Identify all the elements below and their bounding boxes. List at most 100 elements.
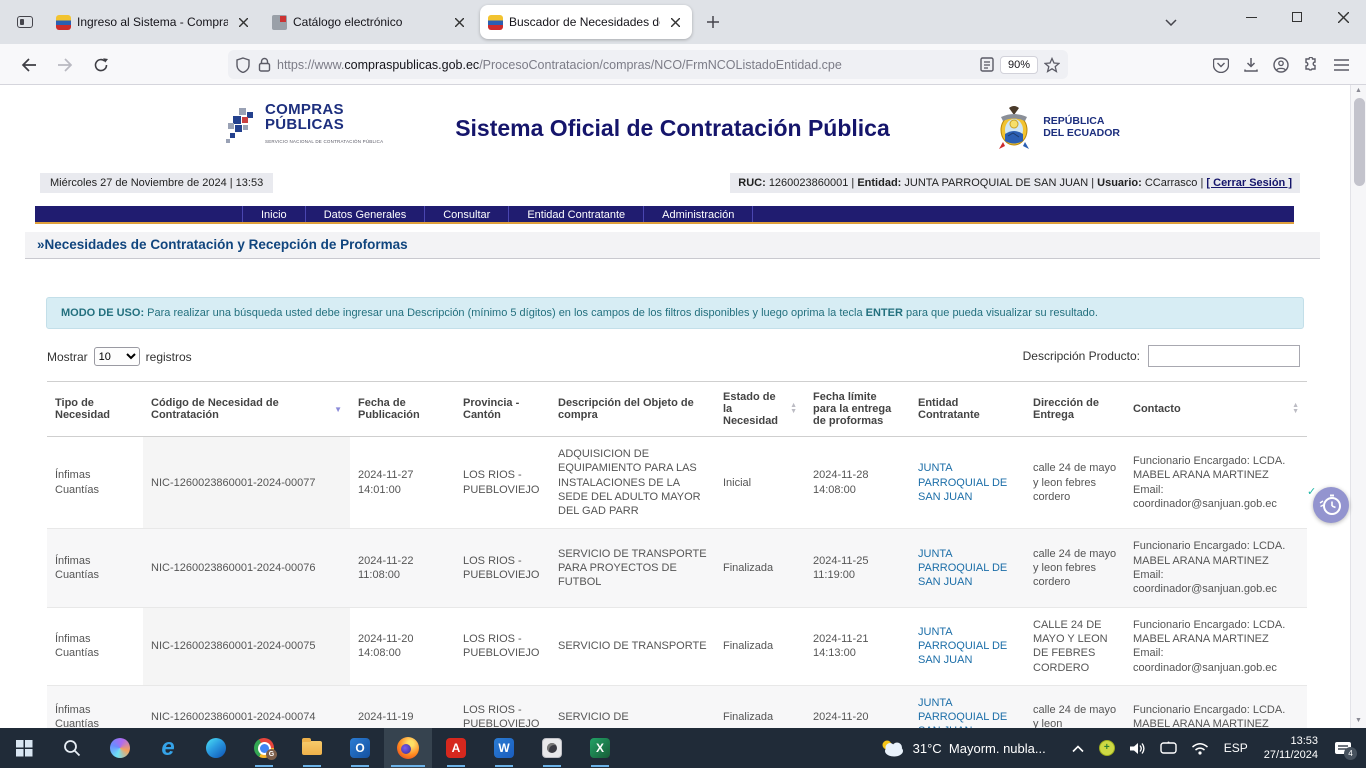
cell-fecha_pub: 2024-11-19 xyxy=(350,685,455,728)
firefox-icon[interactable] xyxy=(384,728,432,768)
start-button[interactable] xyxy=(0,728,48,768)
outlook-icon[interactable]: O xyxy=(336,728,384,768)
zoom-level-badge[interactable]: 90% xyxy=(1000,56,1038,74)
cell-fecha_limite: 2024-11-21 14:13:00 xyxy=(805,607,910,685)
col-direccion[interactable]: Dirección de Entrega xyxy=(1025,382,1125,437)
menu-item-inicio[interactable]: Inicio xyxy=(242,206,305,222)
search-button[interactable] xyxy=(48,728,96,768)
forward-icon[interactable] xyxy=(50,50,80,80)
clock[interactable]: 13:53 27/11/2024 xyxy=(1264,734,1318,763)
cell-entidad[interactable]: JUNTA PARROQUIAL DE SAN JUAN xyxy=(910,685,1025,728)
tracking-shield-icon[interactable] xyxy=(236,57,250,73)
col-estado[interactable]: Estado de la Necesidad▲▼ xyxy=(715,382,805,437)
tab-close-icon[interactable] xyxy=(234,13,252,31)
results-table: Tipo de Necesidad Código de Necesidad de… xyxy=(47,381,1320,728)
tray-chevron-up-icon[interactable] xyxy=(1071,744,1085,753)
sort-both-icon[interactable]: ▲▼ xyxy=(790,403,797,415)
tab-close-icon[interactable] xyxy=(666,13,684,31)
address-bar[interactable]: https://www.compraspublicas.gob.ec/Proce… xyxy=(228,50,1068,79)
sort-desc-icon[interactable]: ▼ xyxy=(334,405,342,414)
col-fecha-publicacion[interactable]: Fecha de Publicación xyxy=(350,382,455,437)
url-text[interactable]: https://www.compraspublicas.gob.ec/Proce… xyxy=(277,58,980,72)
scrollbar-thumb[interactable] xyxy=(1354,98,1365,186)
downloads-icon[interactable] xyxy=(1236,50,1266,80)
file-explorer-icon[interactable] xyxy=(288,728,336,768)
close-button[interactable] xyxy=(1320,0,1366,34)
col-codigo[interactable]: Código de Necesidad de Contratación▼ xyxy=(143,382,350,437)
pocket-icon[interactable] xyxy=(1206,50,1236,80)
col-fecha-limite[interactable]: Fecha límite para la entrega de proforma… xyxy=(805,382,910,437)
cell-entidad[interactable]: JUNTA PARROQUIAL DE SAN JUAN xyxy=(910,607,1025,685)
wifi-icon[interactable] xyxy=(1191,742,1209,755)
reader-view-icon[interactable] xyxy=(980,57,994,72)
page-scrollbar[interactable] xyxy=(1350,85,1366,728)
account-icon[interactable] xyxy=(1266,50,1296,80)
lock-icon[interactable] xyxy=(258,57,271,72)
ruc-label: RUC: xyxy=(738,177,766,189)
page-viewport: COMPRAS PÚBLICAS SERVICIO NACIONAL DE CO… xyxy=(0,85,1366,728)
display-cast-icon[interactable] xyxy=(1160,741,1177,755)
records-per-page-select[interactable]: 10 xyxy=(94,347,140,366)
back-icon[interactable] xyxy=(14,50,44,80)
volume-icon[interactable] xyxy=(1129,741,1146,756)
session-timer-widget[interactable] xyxy=(1313,487,1349,523)
table-row: Ínfimas CuantíasNIC-1260023860001-2024-0… xyxy=(47,529,1307,607)
ecuador-favicon-icon xyxy=(488,15,503,30)
tab-close-icon[interactable] xyxy=(450,13,468,31)
menu-item-entidad-contratante[interactable]: Entidad Contratante xyxy=(508,206,643,222)
republic-line2: DEL ECUADOR xyxy=(1043,127,1120,139)
cell-fecha_limite: 2024-11-28 14:08:00 xyxy=(805,437,910,529)
menu-item-consultar[interactable]: Consultar xyxy=(424,206,508,222)
weather-widget[interactable]: 31°C Mayorm. nubla... xyxy=(879,738,1046,758)
col-descripcion[interactable]: Descripción del Objeto de compra xyxy=(550,382,715,437)
cell-provincia: LOS RIOS - PUEBLOVIEJO xyxy=(455,685,550,728)
firefox-view-icon[interactable] xyxy=(10,7,40,37)
word-icon[interactable]: W xyxy=(480,728,528,768)
sort-both-icon[interactable]: ▲▼ xyxy=(1292,403,1299,415)
reload-icon[interactable] xyxy=(86,50,116,80)
excel-icon[interactable]: X xyxy=(576,728,624,768)
copilot-icon[interactable] xyxy=(96,728,144,768)
col-entidad[interactable]: Entidad Contratante xyxy=(910,382,1025,437)
antivirus-tray-icon[interactable]: + xyxy=(1099,740,1115,756)
system-tray: 31°C Mayorm. nubla... + ESP 13:53 27/11/… xyxy=(879,734,1366,763)
minimize-button[interactable] xyxy=(1228,0,1274,34)
edge-icon[interactable] xyxy=(192,728,240,768)
new-tab-button[interactable] xyxy=(698,7,728,37)
logout-link[interactable]: [ Cerrar Sesión ] xyxy=(1206,177,1292,189)
list-all-tabs-icon[interactable] xyxy=(1154,5,1188,39)
language-indicator[interactable]: ESP xyxy=(1224,741,1248,755)
cell-entidad[interactable]: JUNTA PARROQUIAL DE SAN JUAN xyxy=(910,529,1025,607)
tab-catalogo[interactable]: Catálogo electrónico xyxy=(264,5,476,39)
capture-tool-icon[interactable] xyxy=(528,728,576,768)
cell-provincia: LOS RIOS - PUEBLOVIEJO xyxy=(455,437,550,529)
tab-title: Catálogo electrónico xyxy=(293,15,444,29)
internet-explorer-icon[interactable]: e xyxy=(144,728,192,768)
datetime-box: Miércoles 27 de Noviembre de 2024 | 13:5… xyxy=(40,173,273,193)
tray-date: 27/11/2024 xyxy=(1264,748,1318,762)
notice-text1: Para realizar una búsqueda usted debe in… xyxy=(144,307,866,319)
tray-temp: 31°C xyxy=(913,741,942,756)
entity-label: Entidad: xyxy=(857,177,901,189)
col-contacto[interactable]: Contacto▲▼ xyxy=(1125,382,1307,437)
ecuador-favicon-icon xyxy=(56,15,71,30)
desc-filter-input[interactable] xyxy=(1148,345,1300,367)
tab-buscador[interactable]: Buscador de Necesidades de Co xyxy=(480,5,692,39)
acrobat-icon[interactable]: A xyxy=(432,728,480,768)
maximize-button[interactable] xyxy=(1274,0,1320,34)
tab-title: Ingreso al Sistema - Compras P xyxy=(77,15,228,29)
menu-item-datos-generales[interactable]: Datos Generales xyxy=(305,206,425,222)
tab-ingreso[interactable]: Ingreso al Sistema - Compras P xyxy=(48,5,260,39)
bookmark-star-icon[interactable] xyxy=(1044,57,1060,73)
menu-item-administracion[interactable]: Administración xyxy=(643,206,753,222)
main-menu: Inicio Datos Generales Consultar Entidad… xyxy=(35,206,1294,224)
extensions-icon[interactable] xyxy=(1296,50,1326,80)
col-provincia[interactable]: Provincia - Cantón xyxy=(455,382,550,437)
page-main-title: Sistema Oficial de Contratación Pública xyxy=(25,115,1320,142)
menu-hamburger-icon[interactable] xyxy=(1326,50,1356,80)
cell-entidad[interactable]: JUNTA PARROQUIAL DE SAN JUAN xyxy=(910,437,1025,529)
entity-value: JUNTA PARROQUIAL DE SAN JUAN xyxy=(904,177,1088,189)
notification-center-icon[interactable]: 4 xyxy=(1334,740,1352,756)
col-tipo[interactable]: Tipo de Necesidad xyxy=(47,382,143,437)
chrome-icon[interactable]: G xyxy=(240,728,288,768)
